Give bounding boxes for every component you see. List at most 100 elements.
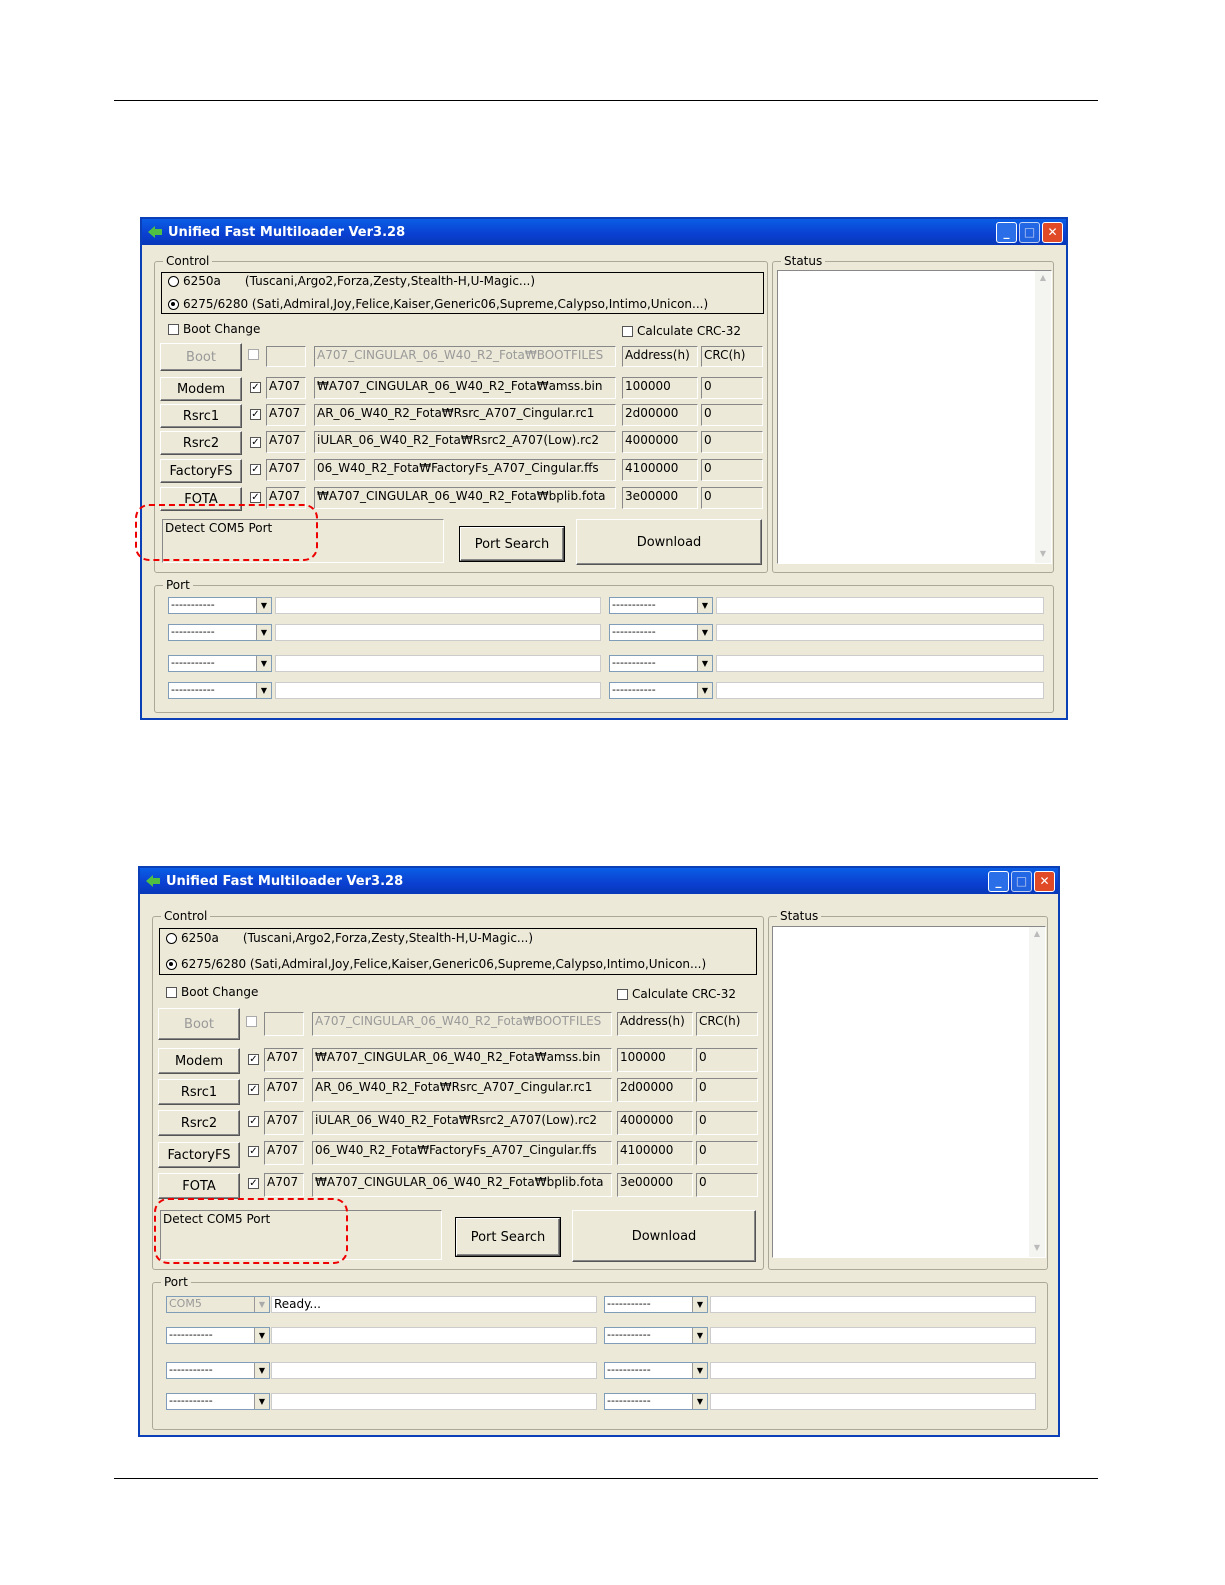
rsrc2-button[interactable]: Rsrc2 [160,431,242,455]
checkbox-box[interactable] [622,325,633,337]
modem-address-field[interactable]: 100000 [622,377,698,399]
rsrc2-path-field[interactable]: iULAR_06_W40_R2_Fota₩Rsrc2_A707(Low).rc2 [312,1111,612,1135]
boot-model-field[interactable] [264,1012,304,1036]
rsrc1-address-field[interactable]: 2d00000 [622,404,698,426]
fota-path-field[interactable]: ₩A707_CINGULAR_06_W40_R2_Fota₩bplib.fota [314,487,616,509]
factoryfs-path-field[interactable]: 06_W40_R2_Fota₩FactoryFs_A707_Cingular.f… [312,1141,612,1165]
radio-6275-6280[interactable]: 6275/6280 (Sati,Admiral,Joy,Felice,Kaise… [168,297,708,311]
dropdown-arrow-icon[interactable]: ▼ [692,1363,707,1378]
scroll-up-icon[interactable]: ▲ [1031,929,1043,941]
modem-model-field[interactable]: A707 [266,377,306,399]
radio-indicator[interactable] [166,932,177,944]
maximize-icon[interactable]: □ [1019,222,1040,243]
fota-crc-field[interactable]: 0 [701,487,763,509]
download-button[interactable]: Download [576,519,762,565]
rsrc1-checkbox[interactable]: ✓ [250,409,261,420]
rsrc1-checkbox[interactable]: ✓ [248,1084,259,1095]
scroll-down-icon[interactable]: ▼ [1031,1243,1043,1255]
fota-address-field[interactable]: 3e00000 [622,487,698,509]
modem-button[interactable]: Modem [158,1048,240,1074]
fota-checkbox[interactable]: ✓ [250,492,261,503]
rsrc1-path-field[interactable]: AR_06_W40_R2_Fota₩Rsrc_A707_Cingular.rc1 [314,404,616,426]
modem-path-field[interactable]: ₩A707_CINGULAR_06_W40_R2_Fota₩amss.bin [314,377,616,399]
boot-button[interactable]: Boot [158,1008,240,1040]
radio-indicator[interactable] [168,275,179,287]
status-scrollbar[interactable]: ▲ ▼ [1035,271,1051,563]
port-select[interactable]: ----------- ▼ [604,1362,708,1379]
fota-checkbox[interactable]: ✓ [248,1178,259,1189]
calculate-crc-checkbox[interactable]: Calculate CRC-32 [617,987,736,1001]
boot-path-field[interactable]: A707_CINGULAR_06_W40_R2_Fota₩BOOTFILES [314,346,616,367]
rsrc1-button[interactable]: Rsrc1 [160,404,242,428]
factoryfs-address-field[interactable]: 4100000 [617,1141,693,1165]
status-log[interactable]: ▲ ▼ [777,270,1052,564]
modem-checkbox[interactable]: ✓ [250,382,261,393]
boot-change-checkbox[interactable]: Boot Change [166,985,258,999]
minimize-icon[interactable]: _ [996,222,1017,243]
rsrc1-model-field[interactable]: A707 [264,1078,304,1102]
dropdown-arrow-icon[interactable]: ▼ [254,1328,269,1343]
dropdown-arrow-icon[interactable]: ▼ [254,1363,269,1378]
rsrc2-model-field[interactable]: A707 [266,431,306,453]
modem-path-field[interactable]: ₩A707_CINGULAR_06_W40_R2_Fota₩amss.bin [312,1048,612,1072]
factoryfs-model-field[interactable]: A707 [264,1141,304,1165]
scroll-down-icon[interactable]: ▼ [1037,549,1049,561]
rsrc2-address-field[interactable]: 4000000 [622,431,698,453]
maximize-icon[interactable]: □ [1011,871,1032,892]
checkbox-box[interactable] [166,986,177,998]
modem-checkbox[interactable]: ✓ [248,1054,259,1065]
dropdown-arrow-icon[interactable]: ▼ [692,1328,707,1343]
rsrc1-address-field[interactable]: 2d00000 [617,1078,693,1102]
dropdown-arrow-icon[interactable]: ▼ [256,656,271,671]
rsrc2-checkbox[interactable]: ✓ [250,437,261,448]
rsrc2-crc-field[interactable]: 0 [696,1111,758,1135]
fota-model-field[interactable]: A707 [264,1173,304,1197]
rsrc1-path-field[interactable]: AR_06_W40_R2_Fota₩Rsrc_A707_Cingular.rc1 [312,1078,612,1102]
port-select[interactable]: ----------- ▼ [168,682,272,699]
radio-6250a[interactable]: 6250a (Tuscani,Argo2,Forza,Zesty,Stealth… [166,931,533,945]
status-scrollbar[interactable]: ▲ ▼ [1029,927,1045,1257]
rsrc2-crc-field[interactable]: 0 [701,431,763,453]
port-select[interactable]: ----------- ▼ [609,597,713,614]
calculate-crc-checkbox[interactable]: Calculate CRC-32 [622,324,741,338]
boot-checkbox[interactable] [246,1016,257,1027]
modem-button[interactable]: Modem [160,377,242,401]
port-select[interactable]: ----------- ▼ [609,655,713,672]
modem-crc-field[interactable]: 0 [701,377,763,399]
dropdown-arrow-icon[interactable]: ▼ [256,683,271,698]
title-bar[interactable]: Unified Fast Multiloader Ver3.28 _ □ ✕ [142,219,1066,245]
dropdown-arrow-icon[interactable]: ▼ [256,598,271,613]
port-select[interactable]: ----------- ▼ [166,1393,270,1410]
radio-indicator[interactable] [168,298,179,310]
dropdown-arrow-icon[interactable]: ▼ [697,625,712,640]
dropdown-arrow-icon[interactable]: ▼ [697,598,712,613]
port-select[interactable]: ----------- ▼ [604,1296,708,1313]
rsrc1-crc-field[interactable]: 0 [701,404,763,426]
radio-6275-6280[interactable]: 6275/6280 (Sati,Admiral,Joy,Felice,Kaise… [166,957,706,971]
dropdown-arrow-icon[interactable]: ▼ [692,1394,707,1409]
boot-change-checkbox[interactable]: Boot Change [168,322,260,336]
factoryfs-checkbox[interactable]: ✓ [250,464,261,475]
fota-address-field[interactable]: 3e00000 [617,1173,693,1197]
dropdown-arrow-icon[interactable]: ▼ [697,683,712,698]
modem-crc-field[interactable]: 0 [696,1048,758,1072]
dropdown-arrow-icon[interactable]: ▼ [256,625,271,640]
dropdown-arrow-icon[interactable]: ▼ [254,1394,269,1409]
scroll-up-icon[interactable]: ▲ [1037,273,1049,285]
radio-6250a[interactable]: 6250a (Tuscani,Argo2,Forza,Zesty,Stealth… [168,274,535,288]
port-search-button[interactable]: Port Search [455,1217,561,1257]
dropdown-arrow-icon[interactable]: ▼ [697,656,712,671]
rsrc1-button[interactable]: Rsrc1 [158,1079,240,1105]
rsrc2-address-field[interactable]: 4000000 [617,1111,693,1135]
checkbox-box[interactable] [617,988,628,1000]
modem-model-field[interactable]: A707 [264,1048,304,1072]
minimize-icon[interactable]: _ [988,871,1009,892]
factoryfs-button[interactable]: FactoryFS [160,459,242,483]
checkbox-box[interactable] [168,323,179,335]
close-icon[interactable]: ✕ [1034,871,1055,892]
port-select[interactable]: ----------- ▼ [168,655,272,672]
title-bar[interactable]: Unified Fast Multiloader Ver3.28 _ □ ✕ [140,868,1058,894]
factoryfs-address-field[interactable]: 4100000 [622,459,698,481]
port-select[interactable]: ----------- ▼ [168,624,272,641]
factoryfs-path-field[interactable]: 06_W40_R2_Fota₩FactoryFs_A707_Cingular.f… [314,459,616,481]
